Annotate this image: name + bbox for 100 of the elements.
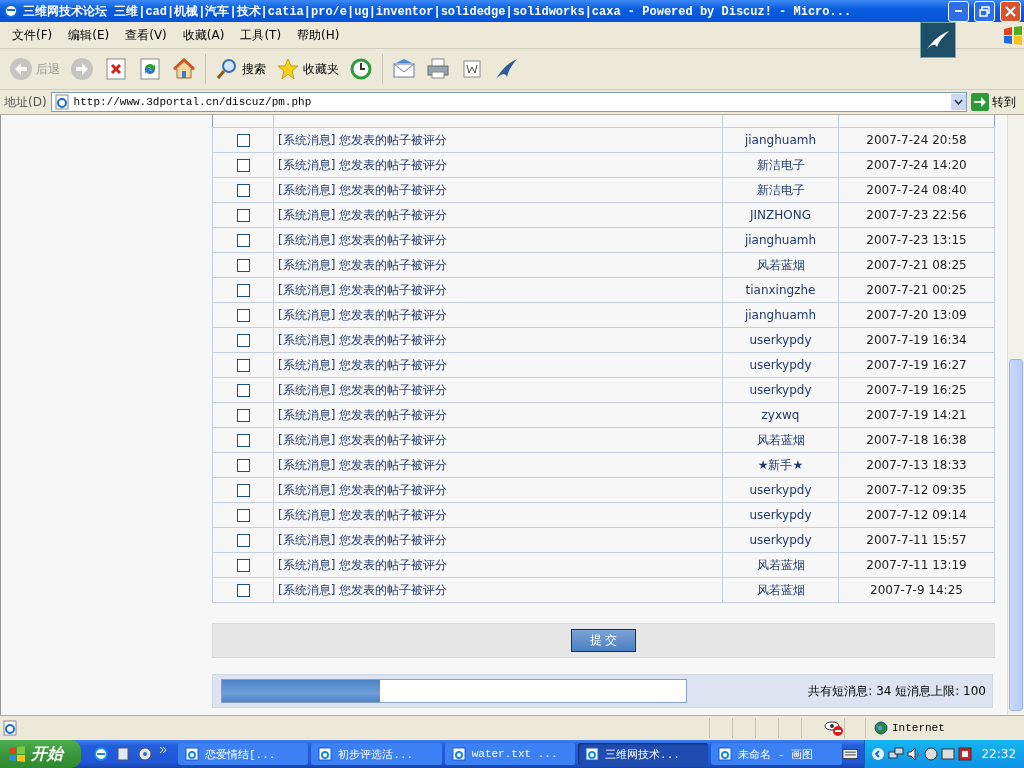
date-cell: 2007-7-23 13:15 xyxy=(838,227,995,253)
sender-name[interactable]: userkypdy xyxy=(722,327,839,353)
browser-icon[interactable] xyxy=(93,746,109,762)
checkbox[interactable] xyxy=(236,159,250,172)
message-subject[interactable]: [系统消息] 您发表的帖子被评分 xyxy=(273,452,723,478)
sender-name[interactable]: userkypdy xyxy=(722,502,839,528)
page-icon xyxy=(2,720,18,736)
message-subject[interactable]: [系统消息] 您发表的帖子被评分 xyxy=(273,352,723,378)
message-subject[interactable]: [系统消息] 您发表的帖子被评分 xyxy=(273,177,723,203)
checkbox[interactable] xyxy=(236,459,250,472)
message-subject[interactable]: [系统消息] 您发表的帖子被评分 xyxy=(273,152,723,178)
browser-icon xyxy=(3,3,19,19)
network-icon[interactable] xyxy=(888,747,905,761)
message-subject[interactable]: [系统消息] 您发表的帖子被评分 xyxy=(273,327,723,353)
checkbox[interactable] xyxy=(236,334,250,347)
checkbox[interactable] xyxy=(236,209,250,222)
sender-name[interactable]: 新洁电子 xyxy=(722,152,839,178)
message-subject[interactable]: [系统消息] 您发表的帖子被评分 xyxy=(273,502,723,528)
message-subject[interactable]: [系统消息] 您发表的帖子被评分 xyxy=(273,252,723,278)
desktop-icon[interactable] xyxy=(115,746,131,762)
blocked-eye-icon xyxy=(824,719,844,737)
sender-name[interactable]: 新洁电子 xyxy=(722,177,839,203)
close-button[interactable] xyxy=(1000,0,1021,22)
checkbox[interactable] xyxy=(236,484,250,497)
message-subject[interactable]: [系统消息] 您发表的帖子被评分 xyxy=(273,227,723,253)
dropdown-button[interactable] xyxy=(951,94,966,110)
checkbox[interactable] xyxy=(236,134,250,147)
checkbox[interactable] xyxy=(236,184,250,197)
menu-item[interactable]: 帮助(H) xyxy=(289,24,348,46)
restore-button[interactable] xyxy=(974,0,995,22)
checkbox[interactable] xyxy=(236,359,250,372)
date-cell: 2007-7-24 14:20 xyxy=(838,152,995,178)
go-button[interactable]: 转到 xyxy=(971,93,1020,111)
taskbar-button[interactable]: 未命名 - 画图 xyxy=(711,743,842,765)
chevron-right-icon[interactable] xyxy=(159,746,167,754)
quota-text: 共有短消息: 34 短消息上限: 100 xyxy=(808,682,986,700)
sender-name[interactable]: 风若蓝烟 xyxy=(722,577,839,603)
sender-name[interactable]: userkypdy xyxy=(722,377,839,403)
tray-app-icon[interactable] xyxy=(924,747,939,761)
checkbox[interactable] xyxy=(236,284,250,297)
start-button[interactable]: 开始 xyxy=(0,740,81,768)
checkbox[interactable] xyxy=(236,409,250,422)
sender-name[interactable]: 风若蓝烟 xyxy=(722,252,839,278)
media-icon[interactable] xyxy=(137,746,153,762)
tray-app-icon[interactable] xyxy=(941,747,956,761)
speaker-icon[interactable] xyxy=(907,747,922,761)
message-subject[interactable]: [系统消息] 您发表的帖子被评分 xyxy=(273,402,723,428)
sender-name[interactable]: 风若蓝烟 xyxy=(722,427,839,453)
checkbox[interactable] xyxy=(236,559,250,572)
checkbox[interactable] xyxy=(236,584,250,597)
message-subject[interactable]: [系统消息] 您发表的帖子被评分 xyxy=(273,202,723,228)
taskbar-button[interactable]: 初步评选活... xyxy=(311,743,442,765)
search-button[interactable]: 搜索 xyxy=(212,55,269,83)
sender-name[interactable]: userkypdy xyxy=(722,527,839,553)
sender-name[interactable]: userkypdy xyxy=(722,352,839,378)
sender-name[interactable]: zyxwq xyxy=(722,402,839,428)
menu-item[interactable]: 收藏(A) xyxy=(174,24,233,46)
message-subject[interactable]: [系统消息] 您发表的帖子被评分 xyxy=(273,577,723,603)
address-field[interactable]: http://www.3dportal.cn/discuz/pm.php xyxy=(50,92,967,112)
message-subject[interactable]: [系统消息] 您发表的帖子被评分 xyxy=(273,302,723,328)
sender-name[interactable]: ★新手★ xyxy=(722,452,839,478)
message-subject[interactable]: [系统消息] 您发表的帖子被评分 xyxy=(273,377,723,403)
arrow-right-icon xyxy=(971,93,989,111)
menu-item[interactable]: 查看(V) xyxy=(117,24,175,46)
tray-app-icon[interactable] xyxy=(958,747,973,761)
chevron-left-icon[interactable] xyxy=(871,747,886,761)
taskbar-button[interactable]: water.txt ... xyxy=(444,743,576,765)
sender-name[interactable]: tianxingzhe xyxy=(722,277,839,303)
menu-item[interactable]: 编辑(E) xyxy=(60,24,118,46)
taskbar-button[interactable]: 恋爱情结[... xyxy=(178,743,309,765)
checkbox[interactable] xyxy=(236,534,250,547)
sender-name[interactable]: jianghuamh xyxy=(722,302,839,328)
sender-name[interactable]: jianghuamh xyxy=(722,227,839,253)
keyboard-icon[interactable] xyxy=(841,748,859,760)
scroll-thumb[interactable] xyxy=(1009,359,1023,711)
date-cell: 2007-7-24 20:58 xyxy=(838,127,995,153)
minimize-button[interactable] xyxy=(948,0,969,22)
menu-item[interactable]: 文件(F) xyxy=(4,24,61,46)
windows-flag-icon xyxy=(1002,25,1024,45)
message-subject[interactable]: [系统消息] 您发表的帖子被评分 xyxy=(273,477,723,503)
message-subject[interactable]: [系统消息] 您发表的帖子被评分 xyxy=(273,427,723,453)
sender-name[interactable]: userkypdy xyxy=(722,477,839,503)
sender-name[interactable]: JINZHONG xyxy=(722,202,839,228)
history-icon xyxy=(349,57,373,81)
checkbox[interactable] xyxy=(236,434,250,447)
favorites-button[interactable]: 收藏夹 xyxy=(273,55,342,83)
scrollbar[interactable] xyxy=(1007,115,1024,715)
checkbox[interactable] xyxy=(236,309,250,322)
sender-name[interactable]: jianghuamh xyxy=(722,127,839,153)
taskbar-button[interactable]: 三维网技术... xyxy=(578,743,709,765)
menu-item[interactable]: 工具(T) xyxy=(232,24,290,46)
message-subject[interactable]: [系统消息] 您发表的帖子被评分 xyxy=(273,552,723,578)
checkbox[interactable] xyxy=(236,509,250,522)
message-subject[interactable]: [系统消息] 您发表的帖子被评分 xyxy=(273,127,723,153)
sender-name[interactable]: 风若蓝烟 xyxy=(722,552,839,578)
checkbox[interactable] xyxy=(236,384,250,397)
message-subject[interactable]: [系统消息] 您发表的帖子被评分 xyxy=(273,527,723,553)
checkbox[interactable] xyxy=(236,234,250,247)
message-subject[interactable]: [系统消息] 您发表的帖子被评分 xyxy=(273,277,723,303)
checkbox[interactable] xyxy=(236,259,250,272)
